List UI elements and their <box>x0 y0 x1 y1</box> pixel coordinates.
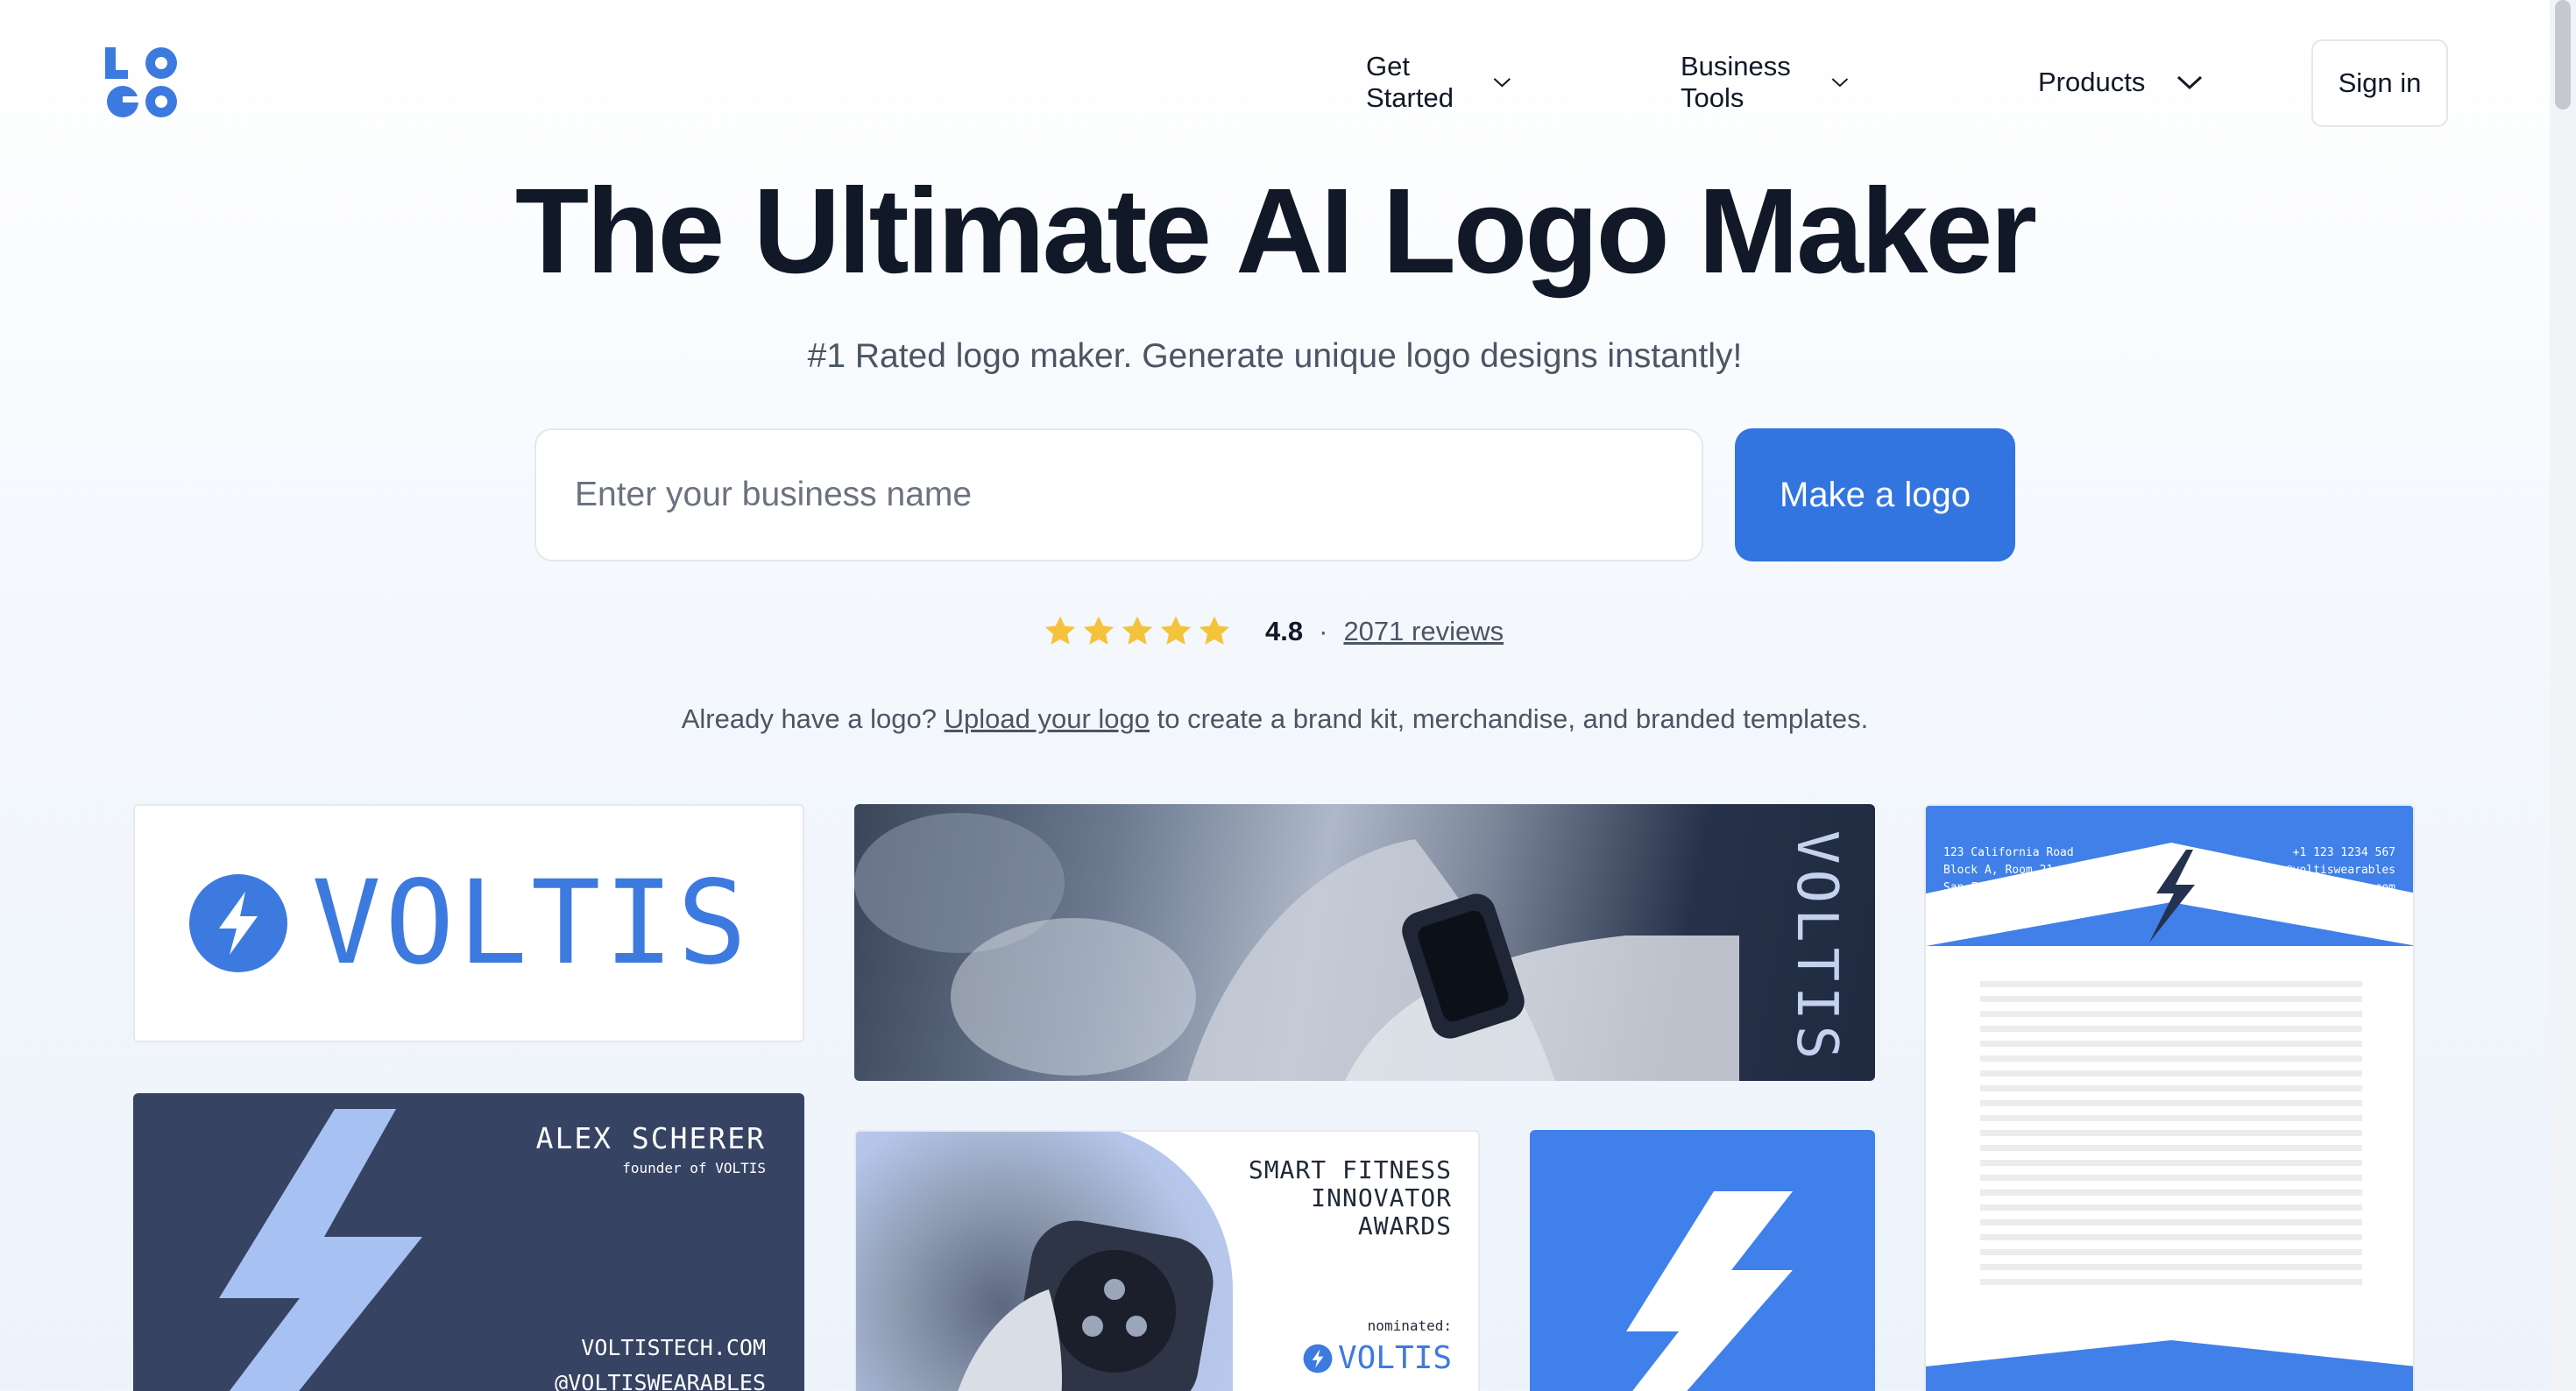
rating-separator: · <box>1319 616 1328 646</box>
showcase-letterhead-card: 123 California Road Block A, Room 21 San… <box>1924 804 2415 1391</box>
business-card-handle: @VOLTISWEARABLES <box>555 1370 766 1391</box>
photo-wordmark: VOLTIS <box>1784 830 1849 1065</box>
letterhead-address: 123 California Road Block A, Room 21 San… <box>1943 846 2074 894</box>
star-rating <box>1043 614 1232 649</box>
nav-get-started[interactable]: Get Started <box>1366 51 1511 113</box>
showcase-icon-card <box>1530 1130 1875 1391</box>
business-name-input[interactable] <box>534 428 1703 561</box>
chevron-down-icon <box>1493 78 1511 88</box>
business-card-role: founder of VOLTIS <box>622 1160 766 1176</box>
make-logo-button[interactable]: Make a logo <box>1735 428 2015 561</box>
chevron-down-icon <box>2177 75 2203 90</box>
rating-summary: 4.8 · 2071 reviews <box>1043 611 1504 652</box>
upload-prefix: Already have a logo? <box>681 703 937 734</box>
letterhead-header: 123 California Road Block A, Room 21 San… <box>1926 806 2413 946</box>
business-card-website: VOLTISTECH.COM <box>581 1335 766 1360</box>
upload-logo-link[interactable]: Upload your logo <box>945 703 1150 734</box>
smartwatch-photo <box>854 813 1739 1081</box>
nav-business-tools-label: Business Tools <box>1681 51 1791 113</box>
business-card-name: ALEX SCHERER <box>535 1121 766 1155</box>
award-title: SMART FITNESS INNOVATOR AWARDS <box>1248 1155 1452 1240</box>
page-subtitle: #1 Rated logo maker. Generate unique log… <box>807 337 1743 375</box>
letterhead-body-lines <box>1980 981 2362 1294</box>
bolt-circle-icon <box>1303 1344 1333 1373</box>
showcase-award-card: SMART FITNESS INNOVATOR AWARDS nominated… <box>854 1130 1480 1391</box>
bolt-icon <box>2149 850 2195 943</box>
star-icon <box>1160 616 1192 645</box>
star-icon <box>1122 616 1153 645</box>
sign-in-button[interactable]: Sign in <box>2311 39 2448 127</box>
reviews-link[interactable]: 2071 reviews <box>1343 616 1504 647</box>
bolt-icon <box>1626 1191 1793 1391</box>
bolt-circle-icon <box>188 874 287 972</box>
logo-wordmark: VOLTIS <box>311 856 751 991</box>
nav-products[interactable]: Products <box>2038 63 2203 102</box>
upload-suffix: to create a brand kit, merchandise, and … <box>1157 703 1869 734</box>
letterhead-footer <box>1926 1340 2413 1391</box>
page-title: The Ultimate AI Logo Maker <box>514 164 2037 299</box>
page-scrollbar[interactable] <box>2550 0 2576 1391</box>
award-wordmark: VOLTIS <box>1337 1340 1452 1376</box>
award-photo <box>856 1132 1233 1391</box>
star-icon <box>1044 616 1076 645</box>
letterhead-contact: +1 123 1234 567 @voltiswearables voltist… <box>2285 846 2396 894</box>
nav-products-label: Products <box>2038 67 2146 97</box>
chevron-down-icon <box>1831 78 1849 88</box>
award-nominated-label: nominated: <box>1367 1317 1452 1334</box>
scrollbar-thumb[interactable] <box>2555 0 2571 109</box>
award-logo: VOLTIS <box>1303 1340 1452 1376</box>
upload-prompt: Already have a logo? Upload your logo to… <box>0 703 2550 735</box>
showcase-logo-card: VOLTIS <box>133 804 804 1042</box>
showcase-photo-card: VOLTIS <box>854 804 1875 1081</box>
star-icon <box>1199 616 1230 645</box>
star-icon <box>1083 616 1115 645</box>
bolt-icon <box>219 1109 422 1391</box>
nav-business-tools[interactable]: Business Tools <box>1681 51 1849 113</box>
brand-logo[interactable] <box>103 44 180 121</box>
nav-get-started-label: Get Started <box>1366 51 1454 113</box>
rating-value: 4.8 <box>1265 616 1304 646</box>
showcase-business-card: ALEX SCHERER founder of VOLTIS VOLTISTEC… <box>133 1093 804 1391</box>
